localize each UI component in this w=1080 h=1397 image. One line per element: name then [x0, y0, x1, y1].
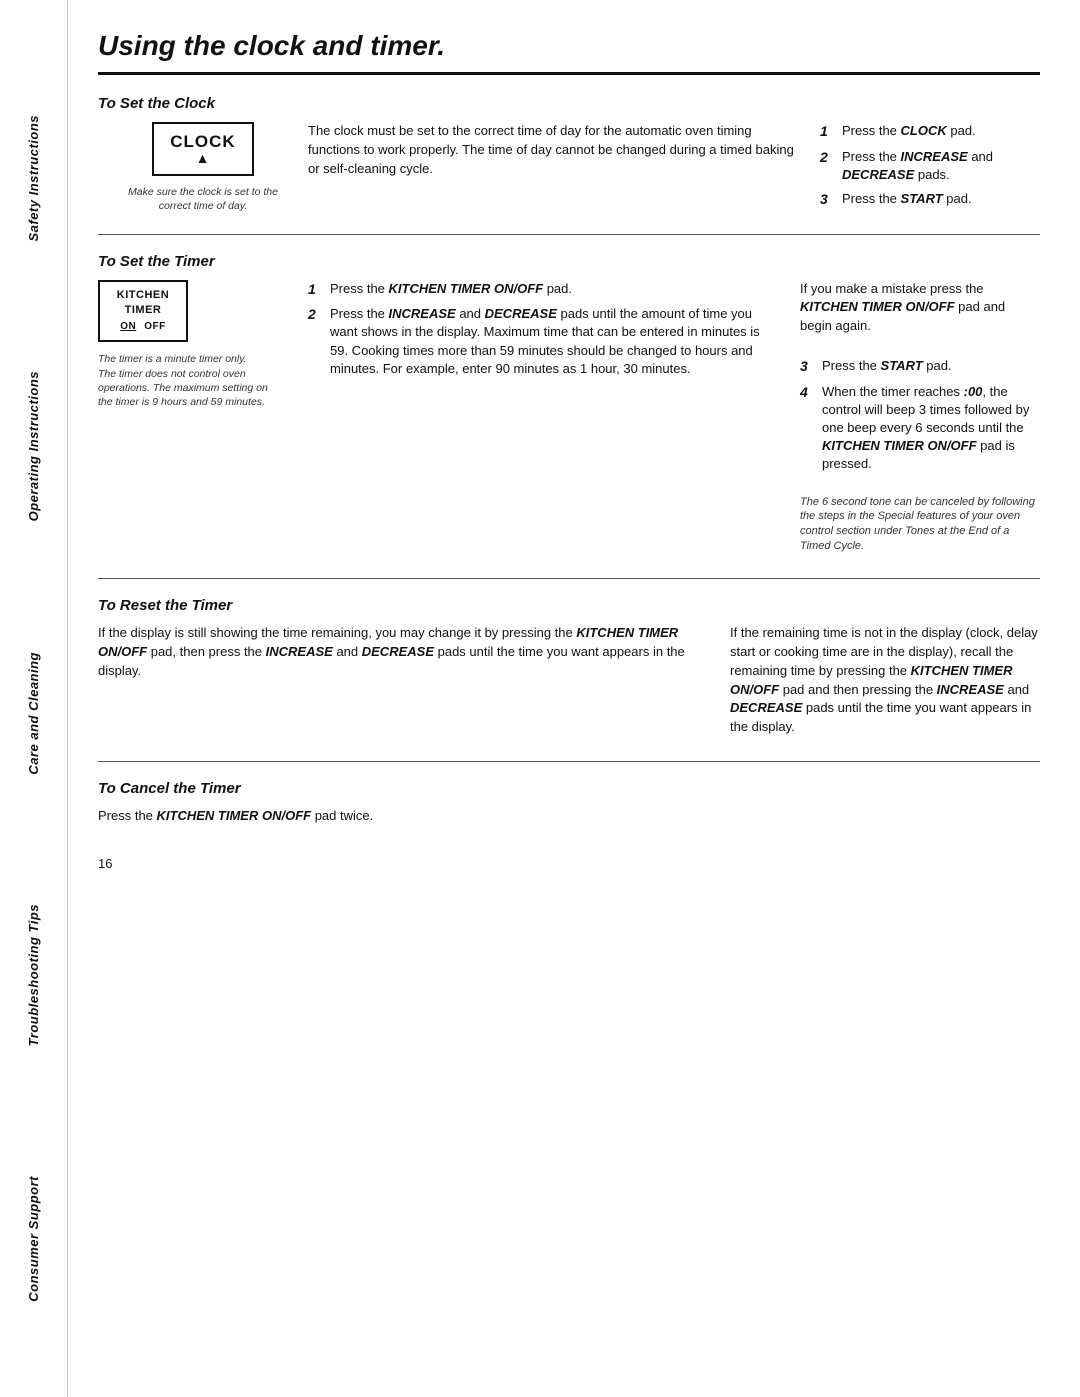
step-num-2: 2 [820, 148, 836, 168]
clock-steps-list: 1 Press the CLOCK pad. 2 Press the INCRE… [820, 122, 1040, 210]
set-timer-heading: To Set the Timer [98, 253, 1040, 270]
sidebar: Safety Instructions Operating Instructio… [0, 0, 68, 1397]
timer-on-label: ON [120, 320, 136, 334]
step-text-2: Press the INCREASE and DECREASE pads. [842, 148, 1040, 184]
clock-description: The clock must be set to the correct tim… [308, 122, 800, 179]
title-divider [98, 72, 1040, 75]
section-divider-2 [98, 578, 1040, 579]
cancel-timer-text: Press the KITCHEN TIMER ON/OFF pad twice… [98, 807, 498, 826]
clock-step-1: 1 Press the CLOCK pad. [820, 122, 1040, 142]
sidebar-item-consumer: Consumer Support [26, 1176, 41, 1302]
page-number: 16 [98, 856, 1040, 871]
timer-step-num-4: 4 [800, 383, 816, 403]
reset-right-column: If the remaining time is not in the disp… [730, 624, 1040, 743]
reset-section-content: If the display is still showing the time… [98, 624, 1040, 743]
cancel-section-content: Press the KITCHEN TIMER ON/OFF pad twice… [98, 807, 498, 826]
timer-caption: The timer is a minute timer only. The ti… [98, 352, 278, 409]
timer-step-text-3: Press the START pad. [822, 357, 1040, 375]
page-title: Using the clock and timer. [98, 30, 1040, 62]
cancel-timer-section: To Cancel the Timer Press the KITCHEN TI… [98, 780, 1040, 826]
clock-step-3: 3 Press the START pad. [820, 190, 1040, 210]
sidebar-item-troubleshooting: Troubleshooting Tips [26, 904, 41, 1046]
sidebar-item-care: Care and Cleaning [26, 652, 41, 775]
clock-caption: Make sure the clock is set to the correc… [123, 186, 283, 213]
reset-left-text: If the display is still showing the time… [98, 624, 700, 681]
timer-image-column: KITCHEN TIMER ON OFF The timer is a minu… [98, 280, 308, 560]
clock-step-2: 2 Press the INCREASE and DECREASE pads. [820, 148, 1040, 184]
set-timer-section: To Set the Timer KITCHEN TIMER ON OFF Th… [98, 253, 1040, 560]
timer-step-2: 2 Press the INCREASE and DECREASE pads u… [308, 305, 780, 378]
cancel-timer-heading: To Cancel the Timer [98, 780, 1040, 797]
timer-line-1: KITCHEN [110, 288, 176, 303]
reset-left-column: If the display is still showing the time… [98, 624, 700, 743]
clock-steps-column: 1 Press the CLOCK pad. 2 Press the INCRE… [820, 122, 1040, 216]
timer-caption-line-2: The timer does not control oven operatio… [98, 368, 268, 408]
timer-step-num-3: 3 [800, 357, 816, 377]
timer-icon-box: KITCHEN TIMER ON OFF [98, 280, 188, 343]
timer-step-num-1: 1 [308, 280, 324, 300]
timer-step-text-1: Press the KITCHEN TIMER ON/OFF pad. [330, 280, 780, 298]
timer-caption-line-1: The timer is a minute timer only. [98, 353, 247, 365]
reset-timer-heading: To Reset the Timer [98, 597, 1040, 614]
clock-label: CLOCK [170, 132, 235, 151]
reset-right-text: If the remaining time is not in the disp… [730, 624, 1040, 737]
timer-off-label: OFF [144, 320, 166, 334]
sidebar-item-operating: Operating Instructions [26, 371, 41, 521]
step-text-3: Press the START pad. [842, 190, 1040, 208]
timer-steps-right-column: If you make a mistake press the KITCHEN … [800, 280, 1040, 560]
timer-step-1: 1 Press the KITCHEN TIMER ON/OFF pad. [308, 280, 780, 300]
timer-step-4: 4 When the timer reaches :00, the contro… [800, 383, 1040, 474]
timer-steps-right: 3 Press the START pad. 4 When the timer … [800, 357, 1040, 474]
step-num-3: 3 [820, 190, 836, 210]
set-clock-heading: To Set the Clock [98, 95, 1040, 112]
clock-arrow-icon: ▲ [170, 150, 235, 166]
timer-step-text-4: When the timer reaches :00, the control … [822, 383, 1040, 474]
timer-description-column: 1 Press the KITCHEN TIMER ON/OFF pad. 2 … [308, 280, 800, 560]
set-clock-section: To Set the Clock CLOCK ▲ Make sure the c… [98, 95, 1040, 216]
timer-line-3: ON OFF [110, 320, 176, 334]
step-num-1: 1 [820, 122, 836, 142]
step-text-1: Press the CLOCK pad. [842, 122, 1040, 140]
main-content: Using the clock and timer. To Set the Cl… [68, 0, 1080, 1397]
timer-line-2: TIMER [110, 303, 176, 318]
clock-icon-box: CLOCK ▲ [152, 122, 253, 176]
timer-mistake-note: If you make a mistake press the KITCHEN … [800, 280, 1040, 337]
section-divider-3 [98, 761, 1040, 762]
reset-timer-section: To Reset the Timer If the display is sti… [98, 597, 1040, 743]
timer-steps-left: 1 Press the KITCHEN TIMER ON/OFF pad. 2 … [308, 280, 780, 378]
section-divider-1 [98, 234, 1040, 235]
timer-step-text-2: Press the INCREASE and DECREASE pads unt… [330, 305, 780, 378]
timer-step-num-2: 2 [308, 305, 324, 325]
timer-step-3: 3 Press the START pad. [800, 357, 1040, 377]
clock-description-column: The clock must be set to the correct tim… [308, 122, 820, 216]
sidebar-item-safety: Safety Instructions [26, 115, 41, 242]
clock-image-column: CLOCK ▲ Make sure the clock is set to th… [98, 122, 308, 216]
timer-footnote: The 6 second tone can be canceled by fol… [800, 495, 1040, 554]
